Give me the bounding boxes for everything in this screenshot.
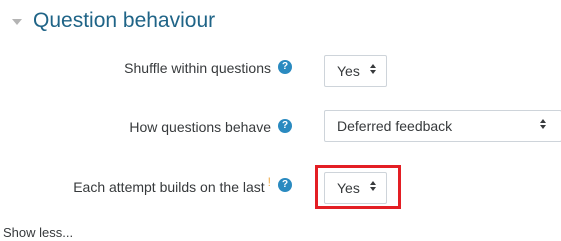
select-value: Yes <box>337 180 360 196</box>
select-value: Deferred feedback <box>337 118 453 134</box>
show-less-link[interactable]: Show less... <box>3 225 73 240</box>
select-value: Yes <box>337 63 360 79</box>
how-questions-behave-select[interactable]: Deferred feedback <box>324 110 561 142</box>
shuffle-within-questions-select[interactable]: Yes <box>324 55 387 87</box>
help-icon[interactable]: ? <box>278 60 292 74</box>
warning-icon[interactable]: ! <box>268 175 271 189</box>
section-header-question-behaviour[interactable]: Question behaviour <box>12 4 215 38</box>
field-label-each-attempt-builds-on-last: Each attempt builds on the last! <box>73 175 271 197</box>
each-attempt-builds-on-last-select[interactable]: Yes <box>324 172 387 204</box>
select-arrows-icon <box>540 119 546 129</box>
section-title: Question behaviour <box>33 9 216 32</box>
select-arrows-icon <box>370 64 376 74</box>
help-icon[interactable]: ? <box>278 178 292 192</box>
field-label-shuffle-within-questions: Shuffle within questions <box>124 60 271 76</box>
field-label-how-questions-behave: How questions behave <box>129 119 271 135</box>
help-icon[interactable]: ? <box>278 119 292 133</box>
select-arrows-icon <box>370 181 376 191</box>
caret-down-icon[interactable] <box>12 19 22 25</box>
field-label-text: Each attempt builds on the last <box>73 179 265 195</box>
